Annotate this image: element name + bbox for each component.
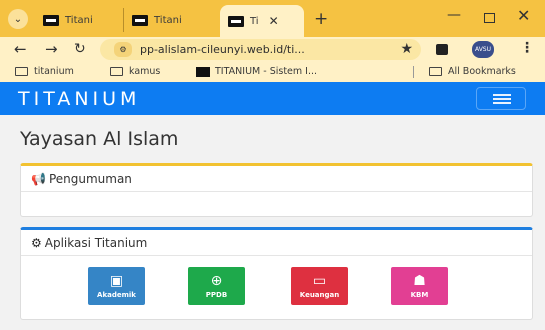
forward-arrow-icon[interactable]: →: [45, 41, 58, 57]
bookmark-label: kamus: [129, 66, 161, 77]
megaphone-icon: 📢: [31, 171, 46, 186]
profile-avatar[interactable]: AVSU: [472, 41, 494, 58]
app-label: PPDB: [205, 290, 228, 299]
browser-tab-1[interactable]: Titani: [35, 8, 123, 32]
site-navbar: TITANIUM: [0, 82, 545, 115]
extension-icon[interactable]: [436, 44, 448, 55]
bookmark-label: titanium: [34, 66, 74, 77]
browser-toolbar: ← → ↻ ⚙ pp-alislam-cileunyi.web.id/ti...…: [0, 37, 545, 62]
bookmarks-divider: [413, 66, 414, 78]
folder-icon: [15, 67, 28, 76]
close-window-icon[interactable]: ✕: [517, 6, 530, 25]
app-akademik-button[interactable]: ▣ Akademik: [88, 267, 145, 305]
tab-title: Titani: [65, 14, 93, 26]
titanium-favicon-icon: [228, 15, 244, 27]
panel-title: Pengumuman: [48, 171, 132, 186]
apps-panel: ⚙ Aplikasi Titanium ▣ Akademik ⊕ PPDB ▭ …: [20, 227, 533, 320]
all-bookmarks[interactable]: All Bookmarks: [429, 66, 516, 77]
tab-title: Ti: [250, 15, 259, 27]
bookmark-label: TITANIUM - Sistem I...: [215, 66, 318, 77]
chalkboard-teacher-icon: ▣: [109, 272, 124, 289]
titanium-favicon-icon: [132, 14, 148, 26]
address-bar[interactable]: ⚙ pp-alislam-cileunyi.web.id/ti... ★: [100, 39, 421, 60]
app-label: Akademik: [97, 290, 136, 299]
browser-tab-active[interactable]: Ti ✕: [220, 5, 304, 37]
back-arrow-icon[interactable]: ←: [14, 41, 27, 57]
bookmark-titanium[interactable]: titanium: [15, 66, 74, 77]
reload-icon[interactable]: ↻: [74, 41, 86, 57]
money-bill-icon: ▭: [312, 272, 327, 289]
app-keuangan-button[interactable]: ▭ Keuangan: [291, 267, 348, 305]
apps-grid: ▣ Akademik ⊕ PPDB ▭ Keuangan ☗ KBM: [21, 267, 534, 307]
chevron-down-icon: ⌄: [13, 13, 23, 25]
globe-icon: ⊕: [210, 272, 223, 289]
bookmark-kamus[interactable]: kamus: [110, 66, 160, 77]
new-tab-button[interactable]: +: [314, 9, 328, 29]
bookmark-star-icon[interactable]: ★: [400, 41, 413, 57]
app-label: Keuangan: [299, 290, 340, 299]
titanium-favicon-icon: [196, 66, 210, 77]
browser-menu-icon[interactable]: ⋮: [520, 40, 534, 56]
close-tab-icon[interactable]: ✕: [269, 14, 279, 28]
bookmarks-bar: titanium kamus TITANIUM - Sistem I... Al…: [0, 62, 545, 82]
menu-toggle-button[interactable]: [476, 87, 526, 110]
panel-title: Aplikasi Titanium: [44, 235, 148, 250]
announcements-panel: 📢 Pengumuman: [20, 163, 533, 217]
app-ppdb-button[interactable]: ⊕ PPDB: [188, 267, 245, 305]
bookmark-titanium-sistem[interactable]: TITANIUM - Sistem I...: [196, 66, 317, 77]
page-title: Yayasan Al Islam: [20, 128, 179, 150]
hamburger-icon: [493, 94, 511, 96]
cogs-icon: ⚙: [31, 235, 42, 250]
site-info-icon[interactable]: ⚙: [114, 42, 132, 57]
brand-logo[interactable]: TITANIUM: [18, 88, 140, 110]
folder-icon: [429, 67, 442, 76]
browser-tab-2[interactable]: Titani: [123, 8, 216, 32]
app-label: KBM: [410, 290, 429, 299]
panel-header: ⚙ Aplikasi Titanium: [21, 230, 532, 256]
maximize-icon[interactable]: [484, 13, 495, 23]
book-reader-icon: ☗: [413, 272, 426, 289]
minimize-icon[interactable]: —: [447, 7, 461, 23]
app-kbm-button[interactable]: ☗ KBM: [391, 267, 448, 305]
all-bookmarks-label: All Bookmarks: [448, 66, 516, 77]
url-text[interactable]: pp-alislam-cileunyi.web.id/ti...: [140, 43, 305, 56]
browser-tab-strip: ⌄ Titani Titani Ti ✕ + — ✕: [0, 0, 545, 37]
tab-search-button[interactable]: ⌄: [8, 9, 28, 29]
titanium-favicon-icon: [43, 14, 59, 26]
folder-icon: [110, 67, 123, 76]
tab-title: Titani: [154, 14, 182, 26]
panel-header: 📢 Pengumuman: [21, 166, 532, 192]
